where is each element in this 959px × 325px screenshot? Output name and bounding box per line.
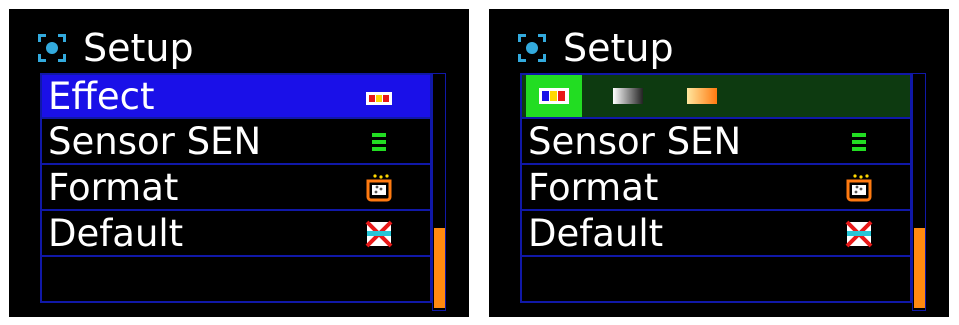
menu-item-label: Format <box>528 165 659 209</box>
effect-bw-icon <box>613 88 643 104</box>
menu-item-sensor[interactable]: Sensor SEN <box>520 119 912 165</box>
menu-item-default[interactable]: Default <box>520 211 912 257</box>
format-card-icon <box>366 174 392 202</box>
setup-panel-left: Setup Effect Sensor SEN Format Default <box>9 9 469 317</box>
menu-item-empty <box>40 257 432 303</box>
setup-title-text: Setup <box>83 26 194 70</box>
setup-icon <box>38 34 66 62</box>
effect-color-icon <box>539 88 569 104</box>
menu-item-label: Default <box>48 211 184 255</box>
effect-warm-icon <box>687 88 717 104</box>
effect-palette-icon <box>366 92 392 105</box>
menu-item-default[interactable]: Default <box>40 211 432 257</box>
menu-item-sensor[interactable]: Sensor SEN <box>40 119 432 165</box>
menu-item-label: Effect <box>48 74 155 118</box>
menu-item-label: Sensor SEN <box>48 119 262 163</box>
menu-item-empty <box>520 257 912 303</box>
sensor-bars-icon <box>852 133 866 151</box>
setup-title: Setup <box>37 23 194 73</box>
menu-item-label: Default <box>528 211 664 255</box>
default-reset-icon <box>845 220 873 248</box>
setup-menu: Effect Sensor SEN Format Default <box>40 73 432 303</box>
effect-option-color[interactable] <box>526 75 582 117</box>
menu-item-format[interactable]: Format <box>520 165 912 211</box>
default-reset-icon <box>365 220 393 248</box>
menu-item-label: Format <box>48 165 179 209</box>
setup-title: Setup <box>517 23 674 73</box>
setup-icon <box>518 34 546 62</box>
setup-menu: Sensor SEN Format Default <box>520 73 912 303</box>
effect-option-warm[interactable] <box>674 75 730 117</box>
menu-item-format[interactable]: Format <box>40 165 432 211</box>
menu-item-label: Sensor SEN <box>528 119 742 163</box>
effect-chooser-row <box>520 73 912 119</box>
scrollbar-thumb[interactable] <box>434 228 445 308</box>
effect-chooser <box>522 75 730 117</box>
effect-option-bw[interactable] <box>600 75 656 117</box>
scrollbar[interactable] <box>432 73 446 311</box>
scrollbar-thumb[interactable] <box>914 228 925 308</box>
sensor-bars-icon <box>372 133 386 151</box>
scrollbar[interactable] <box>912 73 926 311</box>
menu-item-effect[interactable]: Effect <box>40 73 432 119</box>
setup-panel-right: Setup Sensor SEN Format Default <box>489 9 949 317</box>
setup-title-text: Setup <box>563 26 674 70</box>
format-card-icon <box>846 174 872 202</box>
